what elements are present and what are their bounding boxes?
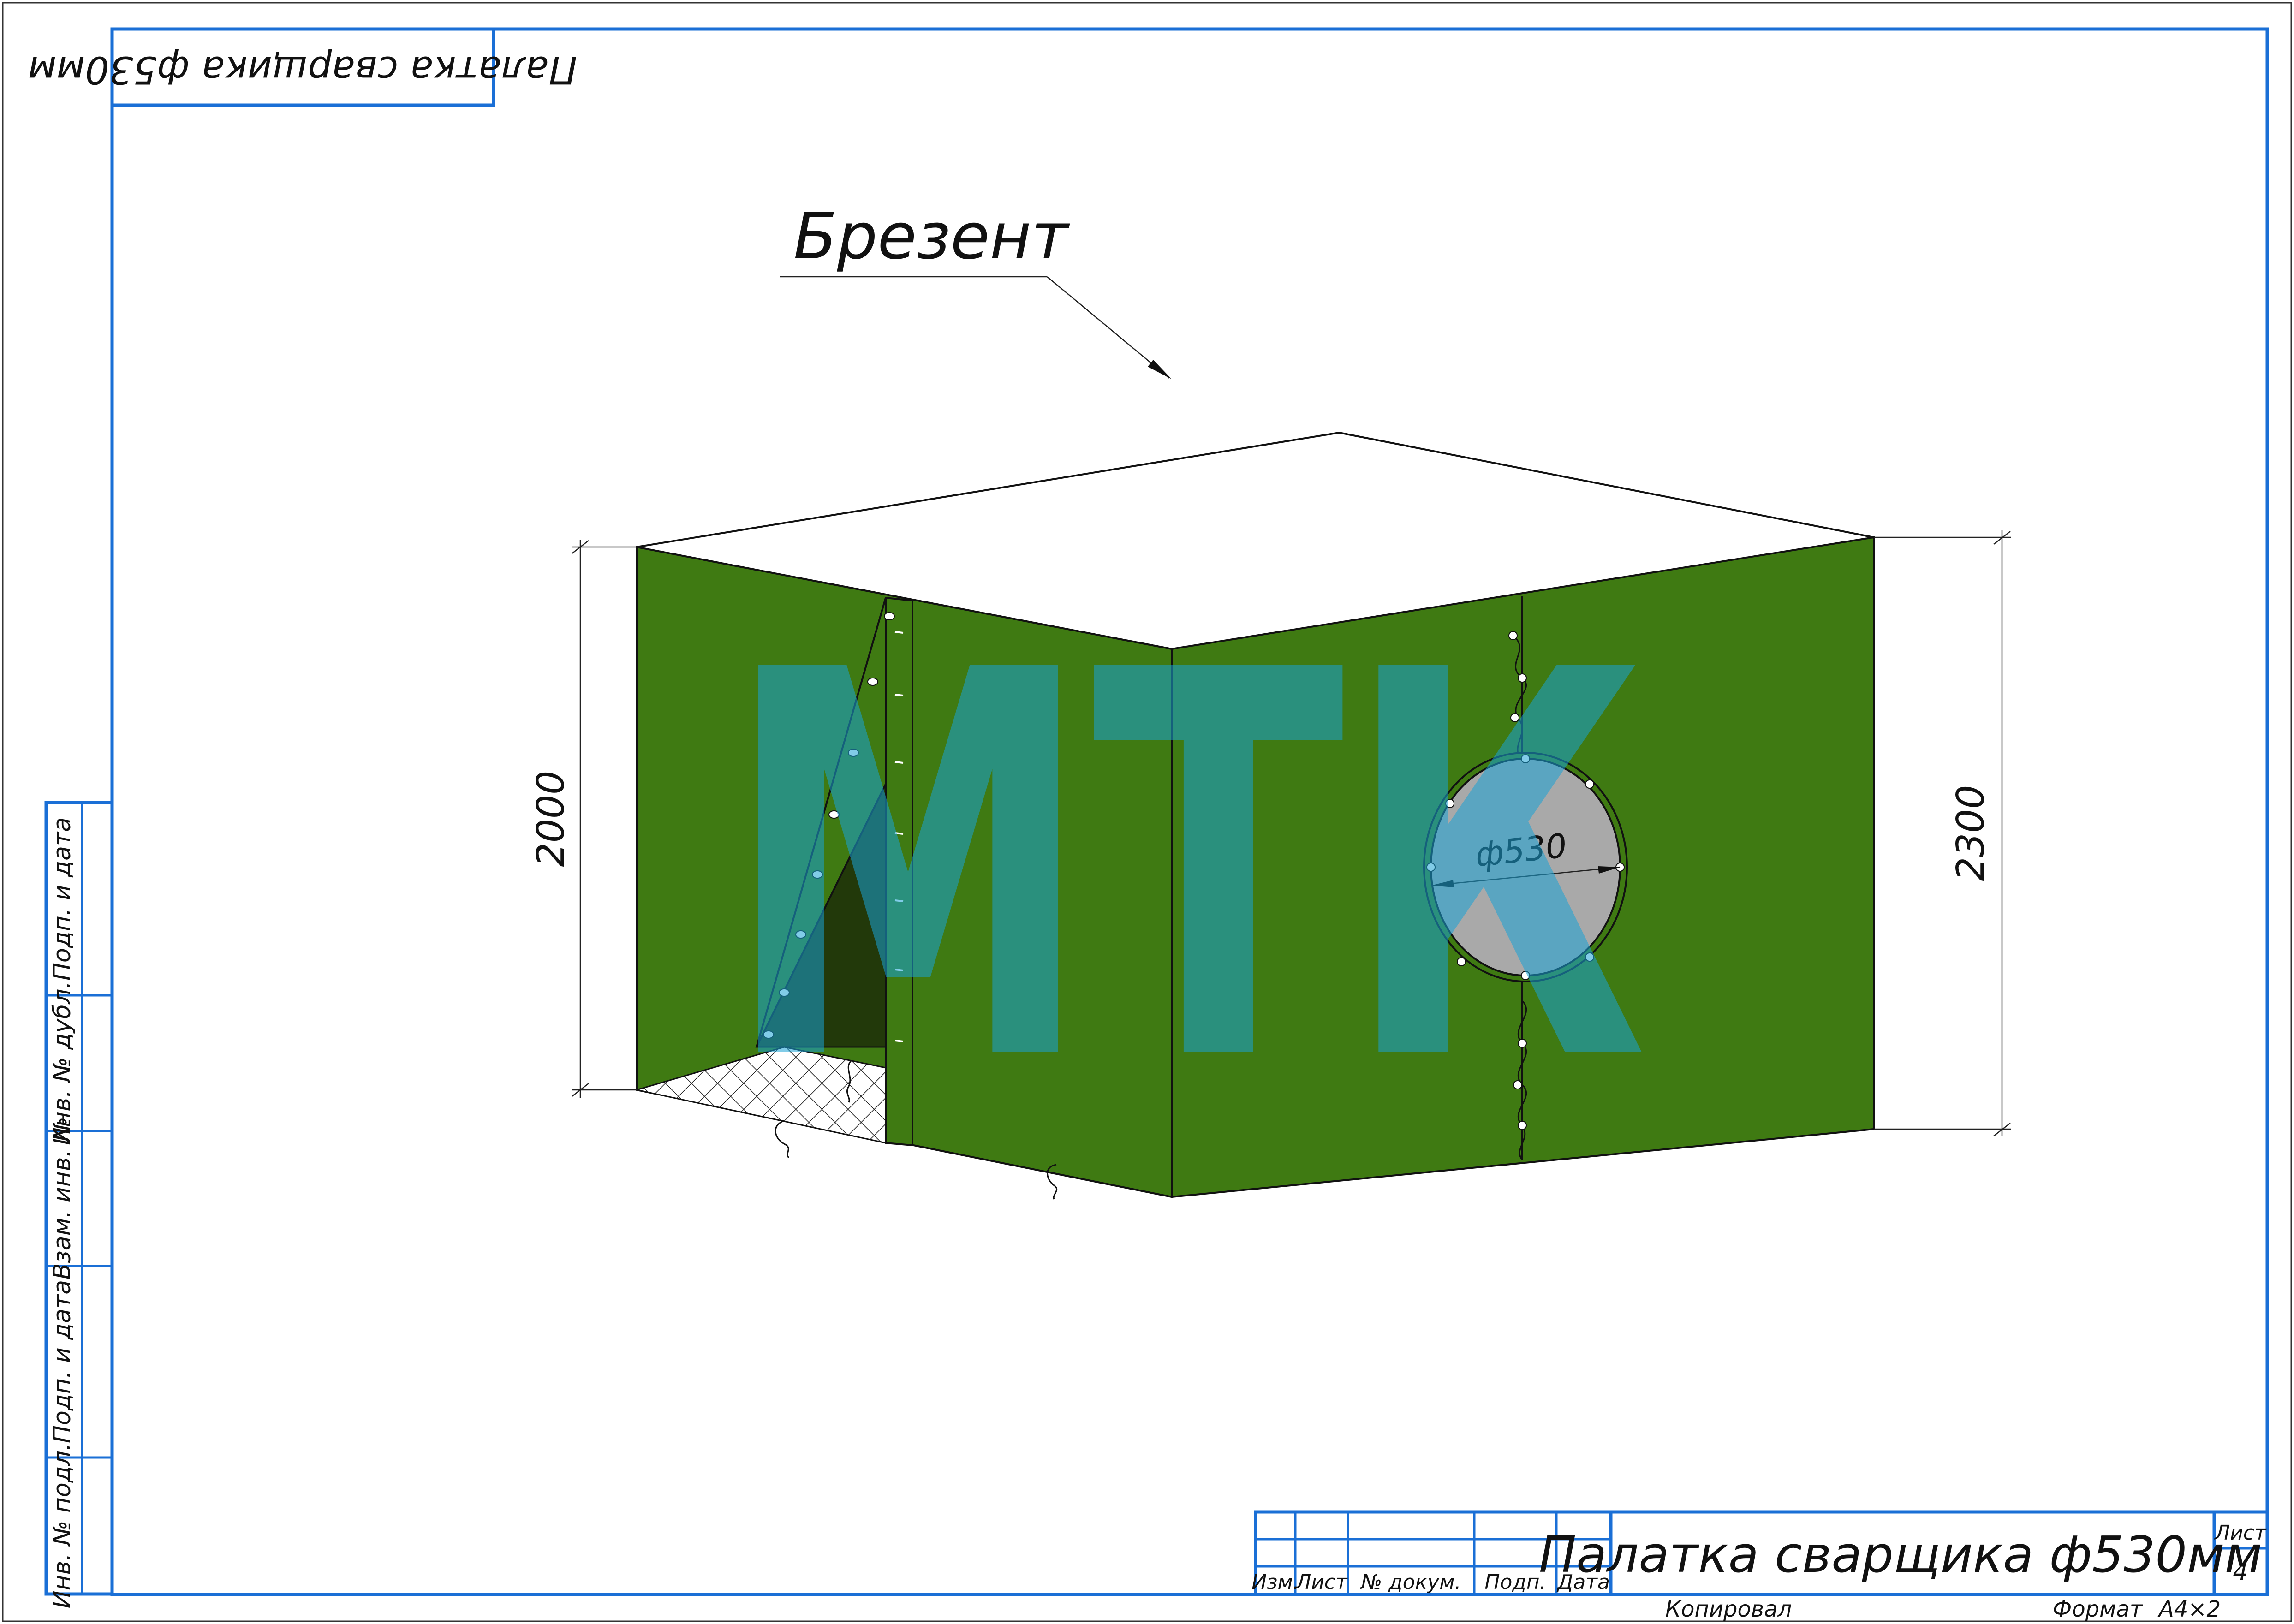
side-stamp-inv-original: Инв. № подл.	[48, 1443, 76, 1609]
copied-label: Копировал	[1665, 1596, 1792, 1622]
watermark-logo: МТК	[724, 560, 1647, 1177]
top-stamp-text: Палатка сварщика ф530мм	[28, 48, 578, 92]
side-stamp: Инв. № подл. Подп. и дата Взам. инв. № И…	[44, 801, 114, 1609]
callout-label: Брезент	[793, 199, 1070, 274]
dim-left-height: 2000	[529, 771, 573, 867]
header-doc-number: № докум.	[1360, 1570, 1461, 1594]
title-block: Изм. Лист № докум. Подп. Дата Палатка св…	[1251, 1510, 2269, 1622]
callout-tarpaulin: Брезент	[780, 199, 1172, 379]
side-stamp-inv-duplicate: Инв. № дубл.	[48, 981, 76, 1145]
sheet-label: Лист	[2214, 1521, 2267, 1545]
dim-right-height: 2300	[1949, 785, 1993, 881]
side-stamp-sign-date-1: Подп. и дата	[48, 1280, 76, 1443]
dim-right: 2300	[1874, 530, 2011, 1136]
header-change: Изм.	[1251, 1570, 1299, 1594]
header-signature: Подп.	[1484, 1570, 1546, 1594]
header-sheet: Лист	[1295, 1570, 1348, 1594]
top-stamp: Палатка сварщика ф530мм	[28, 27, 578, 107]
format-value: А4×2	[2157, 1596, 2221, 1622]
title-block-title: Палатка сварщика ф530мм	[1539, 1526, 2262, 1584]
format-label: Формат	[2053, 1596, 2144, 1622]
side-stamp-sign-date-2: Подп. и дата	[48, 817, 76, 981]
technical-drawing: Палатка сварщика ф530мм Инв. № подл. Под…	[2, 2, 2292, 1622]
sheet-number: 4	[2233, 1558, 2248, 1586]
dim-left: 2000	[529, 540, 637, 1098]
